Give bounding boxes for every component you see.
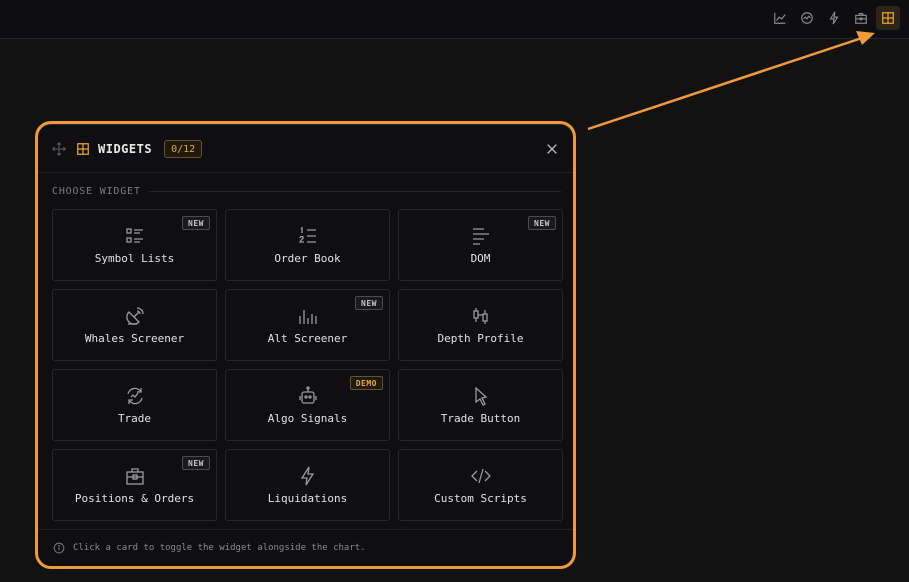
ordered-list-icon bbox=[298, 226, 316, 243]
demo-badge: DEMO bbox=[349, 376, 383, 390]
widget-label: Order Book bbox=[274, 252, 341, 265]
list-icon bbox=[125, 228, 143, 243]
chart-line-button[interactable] bbox=[768, 6, 792, 30]
new-badge: NEW bbox=[528, 216, 556, 230]
widget-label: Liquidations bbox=[267, 492, 348, 505]
panel-footer: Click a card to toggle the widget alongs… bbox=[38, 529, 573, 566]
footer-hint-text: Click a card to toggle the widget alongs… bbox=[73, 543, 366, 553]
section-divider bbox=[148, 191, 561, 192]
top-toolbar bbox=[0, 0, 909, 39]
widget-label: Trade Button bbox=[440, 412, 521, 425]
panel-header: WIDGETS 0/12 bbox=[38, 125, 573, 173]
widget-card-trade-button[interactable]: Trade Button bbox=[398, 369, 563, 441]
widget-card-dom[interactable]: NEW DOM bbox=[398, 209, 563, 281]
info-icon bbox=[53, 542, 65, 554]
bolt-icon bbox=[829, 11, 839, 25]
activity-circle-icon bbox=[801, 12, 813, 24]
toolbox-button[interactable] bbox=[849, 6, 873, 30]
widget-counter-badge: 0/12 bbox=[164, 139, 203, 158]
candlestick-icon bbox=[472, 308, 488, 324]
chart-line-icon bbox=[774, 12, 786, 24]
widgets-button[interactable] bbox=[876, 6, 900, 30]
widget-card-custom-scripts[interactable]: Custom Scripts bbox=[398, 449, 563, 521]
bar-levels-icon bbox=[298, 310, 317, 324]
bolt-button[interactable] bbox=[822, 6, 846, 30]
widget-card-algo-signals[interactable]: DEMO Algo Signals bbox=[225, 369, 390, 441]
widget-card-depth-profile[interactable]: Depth Profile bbox=[398, 289, 563, 361]
widget-card-symbol-lists[interactable]: NEW Symbol Lists bbox=[52, 209, 217, 281]
widget-label: DOM bbox=[470, 252, 491, 265]
widget-label: Alt Screener bbox=[267, 332, 348, 345]
section-heading: CHOOSE WIDGET bbox=[52, 186, 561, 197]
activity-button[interactable] bbox=[795, 6, 819, 30]
align-left-icon bbox=[472, 228, 489, 245]
trade-cycle-icon bbox=[126, 387, 143, 405]
widget-card-positions-orders[interactable]: NEW Positions & Orders bbox=[52, 449, 217, 521]
satellite-dish-icon bbox=[125, 307, 144, 325]
toolbox-icon bbox=[855, 13, 867, 24]
new-badge: NEW bbox=[355, 296, 383, 310]
drag-handle-icon[interactable] bbox=[52, 141, 66, 156]
code-icon bbox=[470, 468, 491, 484]
new-badge: NEW bbox=[182, 216, 210, 230]
widget-label: Algo Signals bbox=[267, 412, 348, 425]
widget-card-order-book[interactable]: Order Book bbox=[225, 209, 390, 281]
robot-icon bbox=[298, 386, 317, 404]
bolt-icon bbox=[300, 466, 314, 486]
toolbar-icon-group bbox=[768, 6, 900, 30]
widget-card-alt-screener[interactable]: NEW Alt Screener bbox=[225, 289, 390, 361]
widgets-panel: WIDGETS 0/12 CHOOSE WIDGET NEW Symbol Li… bbox=[37, 124, 574, 567]
widget-label: Depth Profile bbox=[437, 332, 524, 345]
widgets-grid-icon bbox=[77, 142, 89, 155]
widget-card-liquidations[interactable]: Liquidations bbox=[225, 449, 390, 521]
widget-label: Trade bbox=[117, 412, 152, 425]
widget-label: Positions & Orders bbox=[74, 492, 195, 505]
widget-grid: NEW Symbol Lists Order Book NEW DOM Whal… bbox=[52, 209, 563, 521]
section-title: CHOOSE WIDGET bbox=[52, 186, 141, 197]
widget-label: Custom Scripts bbox=[434, 492, 527, 505]
cursor-icon bbox=[474, 386, 487, 406]
panel-title: WIDGETS bbox=[98, 141, 153, 156]
briefcase-icon bbox=[125, 468, 144, 485]
widget-label: Symbol Lists bbox=[94, 252, 175, 265]
new-badge: NEW bbox=[182, 456, 210, 470]
close-icon[interactable] bbox=[545, 142, 559, 156]
widget-label: Whales Screener bbox=[84, 332, 185, 345]
widget-card-trade[interactable]: Trade bbox=[52, 369, 217, 441]
widgets-grid-icon bbox=[882, 12, 894, 24]
widget-card-whales-screener[interactable]: Whales Screener bbox=[52, 289, 217, 361]
